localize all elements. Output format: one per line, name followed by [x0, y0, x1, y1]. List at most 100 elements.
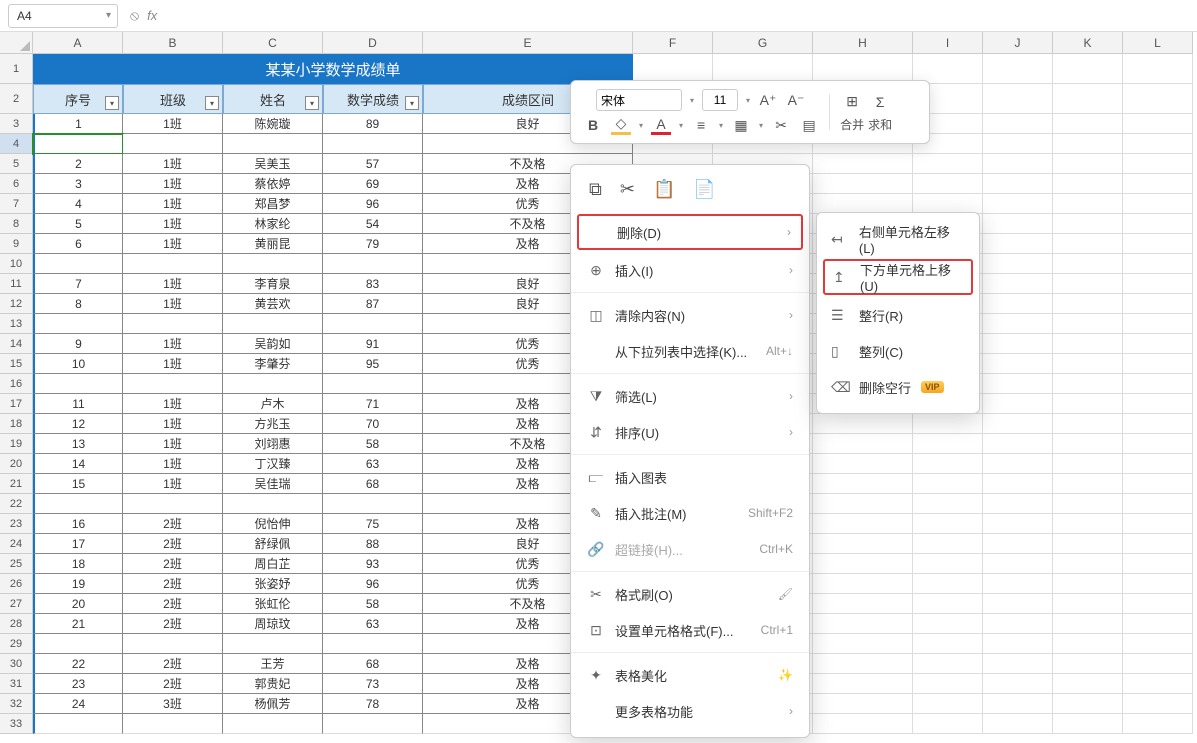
cell[interactable]	[913, 534, 983, 554]
cell[interactable]: 倪怡伸	[223, 514, 323, 534]
cell[interactable]: 70	[323, 414, 423, 434]
cell[interactable]: 23	[33, 674, 123, 694]
cell[interactable]: 王芳	[223, 654, 323, 674]
cell[interactable]	[913, 494, 983, 514]
cell[interactable]	[813, 174, 913, 194]
bold-icon[interactable]: B	[583, 115, 603, 135]
autofit-icon[interactable]: ▤	[799, 115, 819, 135]
cell[interactable]	[1053, 634, 1123, 654]
cell[interactable]: 20	[33, 594, 123, 614]
cell[interactable]	[1053, 194, 1123, 214]
cell[interactable]: 张虹伦	[223, 594, 323, 614]
cell[interactable]	[913, 654, 983, 674]
cell[interactable]	[1053, 614, 1123, 634]
cell[interactable]	[983, 574, 1053, 594]
cell[interactable]	[913, 634, 983, 654]
cell[interactable]	[983, 154, 1053, 174]
cell[interactable]: 1班	[123, 354, 223, 374]
cell[interactable]	[33, 254, 123, 274]
cell[interactable]: 9	[33, 334, 123, 354]
col-header-E[interactable]: E	[423, 32, 633, 54]
cell[interactable]	[1123, 254, 1193, 274]
cell[interactable]: 19	[33, 574, 123, 594]
cell[interactable]: 1班	[123, 274, 223, 294]
cell[interactable]	[983, 554, 1053, 574]
cell[interactable]: 75	[323, 514, 423, 534]
cell[interactable]	[1123, 234, 1193, 254]
cell[interactable]	[983, 534, 1053, 554]
row-header[interactable]: 1	[0, 54, 33, 84]
table-header-cell[interactable]: 姓名▾	[223, 84, 323, 114]
cell[interactable]	[1053, 354, 1123, 374]
row-header[interactable]: 7	[0, 194, 33, 214]
cell[interactable]	[1053, 374, 1123, 394]
cell[interactable]	[813, 634, 913, 654]
cell[interactable]	[983, 594, 1053, 614]
cell[interactable]: 1	[33, 114, 123, 134]
row-header[interactable]: 29	[0, 634, 33, 654]
cell[interactable]	[983, 514, 1053, 534]
cell[interactable]	[983, 334, 1053, 354]
submenu-entire-row[interactable]: ☰ 整行(R)	[817, 297, 979, 333]
row-header[interactable]: 28	[0, 614, 33, 634]
submenu-shift-up[interactable]: ↥ 下方单元格上移(U)	[823, 259, 973, 295]
cell[interactable]	[1123, 474, 1193, 494]
cell[interactable]	[1123, 534, 1193, 554]
cell[interactable]: 陈婉璇	[223, 114, 323, 134]
submenu-shift-left[interactable]: ↤ 右侧单元格左移(L)	[817, 221, 979, 257]
cell[interactable]: 7	[33, 274, 123, 294]
cell[interactable]	[983, 494, 1053, 514]
cell[interactable]	[983, 694, 1053, 714]
increase-font-icon[interactable]: A⁺	[758, 90, 778, 110]
cell[interactable]	[1053, 154, 1123, 174]
cell[interactable]: 1班	[123, 294, 223, 314]
cell[interactable]: 16	[33, 514, 123, 534]
cell[interactable]	[1053, 84, 1123, 114]
menu-item-cellfmt[interactable]: ⊡ 设置单元格格式(F)... Ctrl+1	[571, 612, 809, 648]
align-icon[interactable]: ≡	[691, 115, 711, 135]
cell[interactable]: 12	[33, 414, 123, 434]
cell[interactable]	[813, 614, 913, 634]
cell[interactable]	[1053, 694, 1123, 714]
cell[interactable]	[983, 354, 1053, 374]
cell[interactable]	[1123, 334, 1193, 354]
cell[interactable]	[813, 674, 913, 694]
row-header[interactable]: 4	[0, 134, 33, 154]
cell[interactable]	[913, 714, 983, 734]
cell[interactable]: 1班	[123, 474, 223, 494]
cell[interactable]	[1123, 674, 1193, 694]
row-header[interactable]: 19	[0, 434, 33, 454]
col-header-J[interactable]: J	[983, 32, 1053, 54]
submenu-entire-col[interactable]: ▯ 整列(C)	[817, 333, 979, 369]
cell[interactable]	[913, 574, 983, 594]
cell[interactable]	[1053, 174, 1123, 194]
cell[interactable]: 79	[323, 234, 423, 254]
cell[interactable]	[1123, 394, 1193, 414]
cut-icon[interactable]: ✂	[620, 179, 635, 200]
cell[interactable]	[1053, 434, 1123, 454]
cell[interactable]: 58	[323, 434, 423, 454]
cell[interactable]	[33, 494, 123, 514]
cell[interactable]: 17	[33, 534, 123, 554]
cell[interactable]: 2班	[123, 614, 223, 634]
cell[interactable]: 方兆玉	[223, 414, 323, 434]
cell[interactable]	[1123, 614, 1193, 634]
cell[interactable]	[1053, 574, 1123, 594]
cell[interactable]: 卢木	[223, 394, 323, 414]
cell[interactable]: 78	[323, 694, 423, 714]
chevron-down-icon[interactable]: ▾	[719, 121, 723, 130]
cell[interactable]: 1班	[123, 174, 223, 194]
cell[interactable]	[1053, 594, 1123, 614]
cell[interactable]	[913, 454, 983, 474]
table-header-cell[interactable]: 数学成绩▾	[323, 84, 423, 114]
cell[interactable]: 2班	[123, 574, 223, 594]
cell[interactable]: 2班	[123, 674, 223, 694]
cell[interactable]	[1123, 694, 1193, 714]
cell[interactable]: 2	[33, 154, 123, 174]
menu-item-sort[interactable]: ⇵ 排序(U) ›	[571, 414, 809, 450]
cell[interactable]	[1053, 234, 1123, 254]
paste-special-icon[interactable]: 📄	[693, 179, 715, 200]
cell[interactable]: 22	[33, 654, 123, 674]
cell[interactable]	[33, 714, 123, 734]
cell[interactable]	[1123, 134, 1193, 154]
